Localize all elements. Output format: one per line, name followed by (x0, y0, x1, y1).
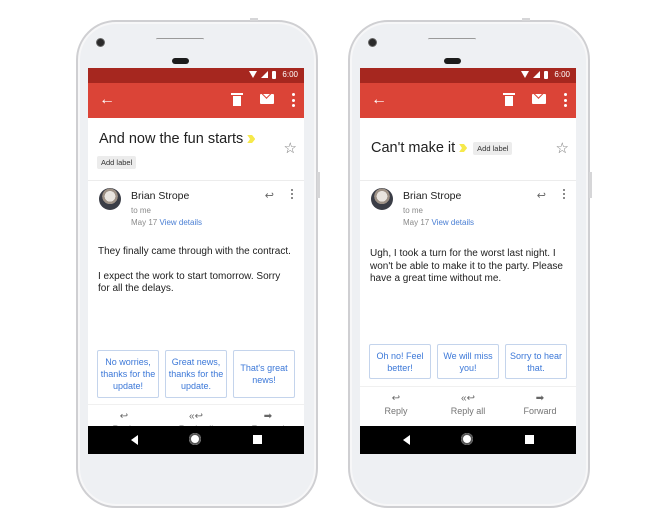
more-options-icon[interactable] (292, 93, 295, 107)
smart-reply-chip[interactable]: No worries, thanks for the update! (97, 350, 159, 398)
subject-text: And now the fun starts (99, 131, 244, 147)
smart-reply-chip[interactable]: Great news, thanks for the update. (165, 350, 227, 398)
nav-recents-icon[interactable] (525, 435, 534, 444)
forward-button[interactable]: ➡ Forward (507, 392, 573, 416)
volume-button (589, 172, 592, 198)
status-time: 6:00 (554, 70, 570, 79)
subject-header: And now the fun starts Add label ☆ (88, 118, 304, 181)
body-paragraph: Ugh, I took a turn for the worst last ni… (370, 248, 563, 284)
status-bar: 6:00 (88, 68, 304, 83)
battery-icon (544, 70, 549, 79)
battery-icon (272, 70, 277, 79)
importance-marker-icon[interactable] (247, 135, 256, 143)
back-arrow-icon[interactable]: ← (370, 91, 388, 109)
reply-icon: ↩ (391, 393, 401, 404)
app-toolbar: ← (88, 83, 304, 118)
email-date: May 17 (131, 218, 158, 227)
volume-button (317, 172, 320, 198)
status-time: 6:00 (282, 70, 298, 79)
mark-unread-icon[interactable] (260, 94, 274, 104)
navigation-bar (360, 426, 576, 454)
earpiece (172, 58, 189, 64)
reply-all-label: Reply all (450, 406, 486, 416)
front-camera (96, 38, 105, 47)
email-subject: And now the fun starts (99, 131, 256, 147)
importance-marker-icon[interactable] (459, 144, 468, 152)
reply-icon[interactable]: ↩ (265, 189, 274, 202)
reply-icon: ↩ (119, 411, 129, 422)
recipient-text: to me (131, 206, 152, 215)
date-line: May 17 View details (403, 218, 474, 227)
body-paragraph: I expect the work to start tomorrow. Sor… (98, 270, 281, 295)
smart-reply-chip[interactable]: Sorry to hear that. (505, 344, 567, 379)
star-icon[interactable]: ☆ (556, 141, 569, 156)
smart-reply-bar: Oh no! Feel better! We will miss you! So… (369, 344, 567, 379)
earpiece (444, 58, 461, 64)
delete-icon[interactable] (503, 93, 515, 106)
view-details-link[interactable]: View details (431, 218, 474, 227)
sender-name: Brian Strope (403, 190, 462, 202)
message-more-icon[interactable] (563, 189, 565, 199)
message-actions: ↩ Reply «↩ Reply all ➡ Forward (360, 392, 576, 416)
nav-back-icon[interactable] (403, 435, 410, 445)
delete-icon[interactable] (231, 93, 243, 106)
smart-reply-bar: No worries, thanks for the update! Great… (97, 350, 295, 398)
forward-icon: ➡ (535, 393, 545, 404)
star-icon[interactable]: ☆ (284, 141, 297, 156)
smart-reply-chip[interactable]: Oh no! Feel better! (369, 344, 431, 379)
add-label-button[interactable]: Add label (97, 156, 137, 169)
email-subject: Can't make it Add label (371, 140, 513, 156)
avatar[interactable] (371, 188, 393, 210)
nav-back-icon[interactable] (131, 435, 138, 445)
speaker-grille (156, 38, 204, 41)
recipient-text: to me (403, 206, 424, 215)
nav-recents-icon[interactable] (253, 435, 262, 444)
power-button (250, 18, 258, 21)
forward-icon: ➡ (263, 411, 273, 422)
reply-all-icon: «↩ (461, 393, 475, 404)
divider (88, 404, 304, 405)
mark-unread-icon[interactable] (532, 94, 546, 104)
nav-home-icon[interactable] (189, 433, 201, 445)
status-bar: 6:00 (360, 68, 576, 83)
view-details-link[interactable]: View details (159, 218, 202, 227)
reply-label: Reply (384, 406, 408, 416)
email-screen: 6:00 ← Can't make it Add label ☆ Brian S… (360, 68, 576, 454)
divider (360, 386, 576, 387)
forward-label: Forward (523, 406, 557, 416)
reply-all-icon: «↩ (189, 411, 203, 422)
front-camera (368, 38, 377, 47)
subject-text: Can't make it (371, 140, 456, 156)
navigation-bar (88, 426, 304, 454)
back-arrow-icon[interactable]: ← (98, 91, 116, 109)
signal-icon (533, 71, 541, 78)
email-body: Ugh, I took a turn for the worst last ni… (370, 248, 566, 298)
email-body: They finally came through with the contr… (98, 246, 294, 308)
message-more-icon[interactable] (291, 189, 293, 199)
app-toolbar: ← (360, 83, 576, 118)
speaker-grille (428, 38, 476, 41)
email-date: May 17 (403, 218, 430, 227)
nav-home-icon[interactable] (461, 433, 473, 445)
more-options-icon[interactable] (564, 93, 567, 107)
phone-right: 6:00 ← Can't make it Add label ☆ Brian S… (348, 18, 592, 508)
reply-icon[interactable]: ↩ (537, 189, 546, 202)
email-screen: 6:00 ← And now the fun starts Add label … (88, 68, 304, 454)
sender-name: Brian Strope (131, 190, 190, 202)
subject-header: Can't make it Add label ☆ (360, 118, 576, 181)
avatar[interactable] (99, 188, 121, 210)
power-button (522, 18, 530, 21)
body-paragraph: They finally came through with the contr… (98, 246, 291, 257)
smart-reply-chip[interactable]: We will miss you! (437, 344, 499, 379)
wifi-icon (249, 71, 258, 78)
reply-button[interactable]: ↩ Reply (363, 392, 429, 416)
reply-all-button[interactable]: «↩ Reply all (435, 392, 501, 416)
smart-reply-chip[interactable]: That's great news! (233, 350, 295, 398)
signal-icon (261, 71, 269, 78)
phone-left: 6:00 ← And now the fun starts Add label … (76, 18, 320, 508)
wifi-icon (521, 71, 530, 78)
add-label-button[interactable]: Add label (473, 141, 513, 155)
date-line: May 17 View details (131, 218, 202, 227)
